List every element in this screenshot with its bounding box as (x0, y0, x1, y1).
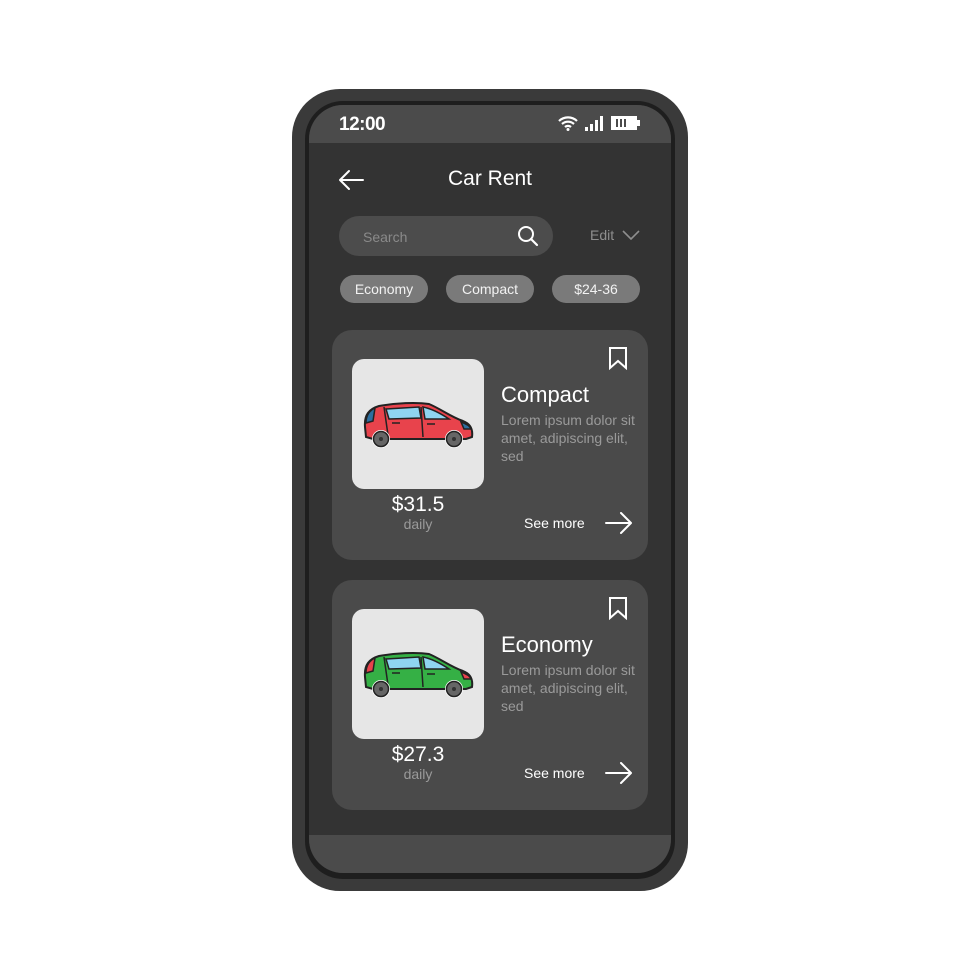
car-image (352, 359, 484, 489)
status-icons (557, 115, 641, 131)
price-period: daily (403, 766, 433, 782)
app-screen: 12:00 Car Rent Search Edit Economy Compa… (309, 105, 671, 873)
status-bar: 12:00 (309, 105, 671, 143)
status-time: 12:00 (339, 114, 386, 135)
search-icon[interactable] (517, 225, 539, 247)
battery-icon (611, 116, 640, 130)
filter-chip-price[interactable]: $24-36 (552, 275, 640, 303)
page-title: Car Rent (447, 167, 533, 190)
wifi-icon (558, 116, 578, 131)
car-card[interactable]: $31.5 daily Compact Lorem ipsum dolor si… (332, 330, 648, 560)
filter-chips: Economy Compact $24-36 (340, 275, 640, 303)
car-image (352, 609, 484, 739)
chevron-down-icon (622, 230, 640, 240)
filter-chip-economy[interactable]: Economy (340, 275, 428, 303)
car-price: $31.5 (391, 493, 445, 516)
see-more-link[interactable]: See more (524, 765, 585, 781)
edit-dropdown[interactable]: Edit (590, 227, 640, 243)
arrow-right-icon[interactable] (605, 762, 633, 784)
search-bar[interactable] (339, 216, 553, 258)
car-title: Compact (501, 382, 590, 407)
arrow-right-icon[interactable] (605, 512, 633, 534)
car-icon (363, 651, 474, 698)
search-input[interactable] (361, 216, 515, 258)
bookmark-icon[interactable] (608, 596, 628, 620)
edit-label: Edit (590, 227, 615, 243)
car-price: $27.3 (391, 743, 445, 766)
car-description: Lorem ipsum dolor sit amet, adipiscing e… (501, 412, 635, 464)
car-description: Lorem ipsum dolor sit amet, adipiscing e… (501, 662, 635, 714)
price-period: daily (403, 516, 433, 532)
car-icon (363, 401, 474, 448)
car-card[interactable]: $27.3 daily Economy Lorem ipsum dolor si… (332, 580, 648, 810)
see-more-link[interactable]: See more (524, 515, 585, 531)
car-title: Economy (501, 632, 593, 657)
bottom-navigation-bar (309, 835, 671, 873)
bookmark-icon[interactable] (608, 346, 628, 370)
signal-icon (585, 116, 603, 131)
filter-chip-compact[interactable]: Compact (446, 275, 534, 303)
